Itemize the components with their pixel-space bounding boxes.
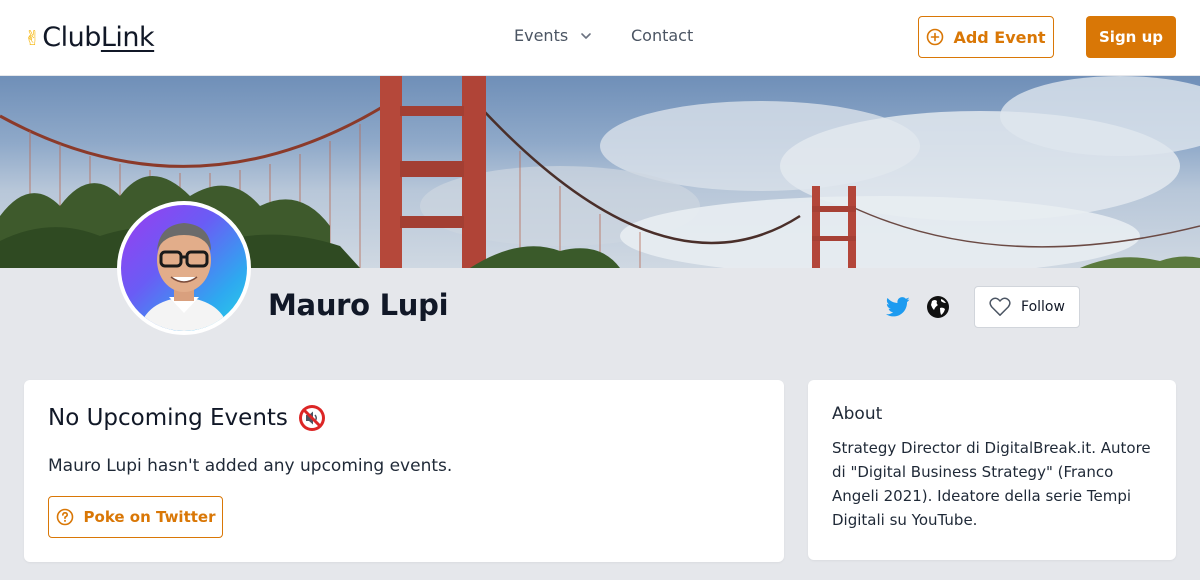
question-circle-icon xyxy=(56,508,73,526)
heart-icon xyxy=(989,297,1011,316)
twitter-link[interactable] xyxy=(885,296,910,318)
website-link[interactable] xyxy=(926,295,950,319)
add-event-button[interactable]: Add Event xyxy=(918,16,1054,58)
victory-hand-icon: ✌ xyxy=(24,25,41,50)
chevron-down-icon xyxy=(581,32,591,39)
profile-avatar xyxy=(117,201,251,335)
nav-contact-label: Contact xyxy=(631,26,694,45)
nav-events-dropdown[interactable]: Events xyxy=(514,26,592,45)
plus-circle-icon xyxy=(927,28,944,46)
about-card: About Strategy Director di DigitalBreak.… xyxy=(808,380,1176,560)
profile-name: Mauro Lupi xyxy=(268,288,449,322)
twitter-icon xyxy=(885,297,910,317)
nav-events-label: Events xyxy=(514,26,569,45)
events-title: No Upcoming Events xyxy=(48,405,288,431)
about-text: Strategy Director di DigitalBreak.it. Au… xyxy=(832,439,1151,529)
poke-on-twitter-button[interactable]: Poke on Twitter xyxy=(48,496,223,538)
about-title: About xyxy=(832,404,883,424)
add-event-label: Add Event xyxy=(953,27,1046,47)
events-heading: No Upcoming Events xyxy=(48,404,326,432)
upcoming-events-card: No Upcoming Events Mauro Lupi hasn't add… xyxy=(24,380,784,562)
nav-contact-link[interactable]: Contact xyxy=(631,26,693,45)
follow-label: Follow xyxy=(1021,299,1065,315)
sign-up-label: Sign up xyxy=(1099,28,1163,46)
logo-suffix: Link xyxy=(100,22,155,53)
follow-button[interactable]: Follow xyxy=(974,286,1080,328)
globe-icon xyxy=(927,296,949,318)
no-events-message: Mauro Lupi hasn't added any upcoming eve… xyxy=(48,456,453,476)
logo-prefix: Club xyxy=(42,22,101,53)
profile-photo xyxy=(139,223,229,331)
muted-speaker-icon xyxy=(298,405,325,431)
sign-up-button[interactable]: Sign up xyxy=(1086,16,1176,58)
site-header: ✌ Club Link Events Contact Add Event Sign… xyxy=(0,0,1200,76)
poke-label: Poke on Twitter xyxy=(83,508,216,526)
clublink-logo[interactable]: ✌ Club Link xyxy=(24,22,155,53)
